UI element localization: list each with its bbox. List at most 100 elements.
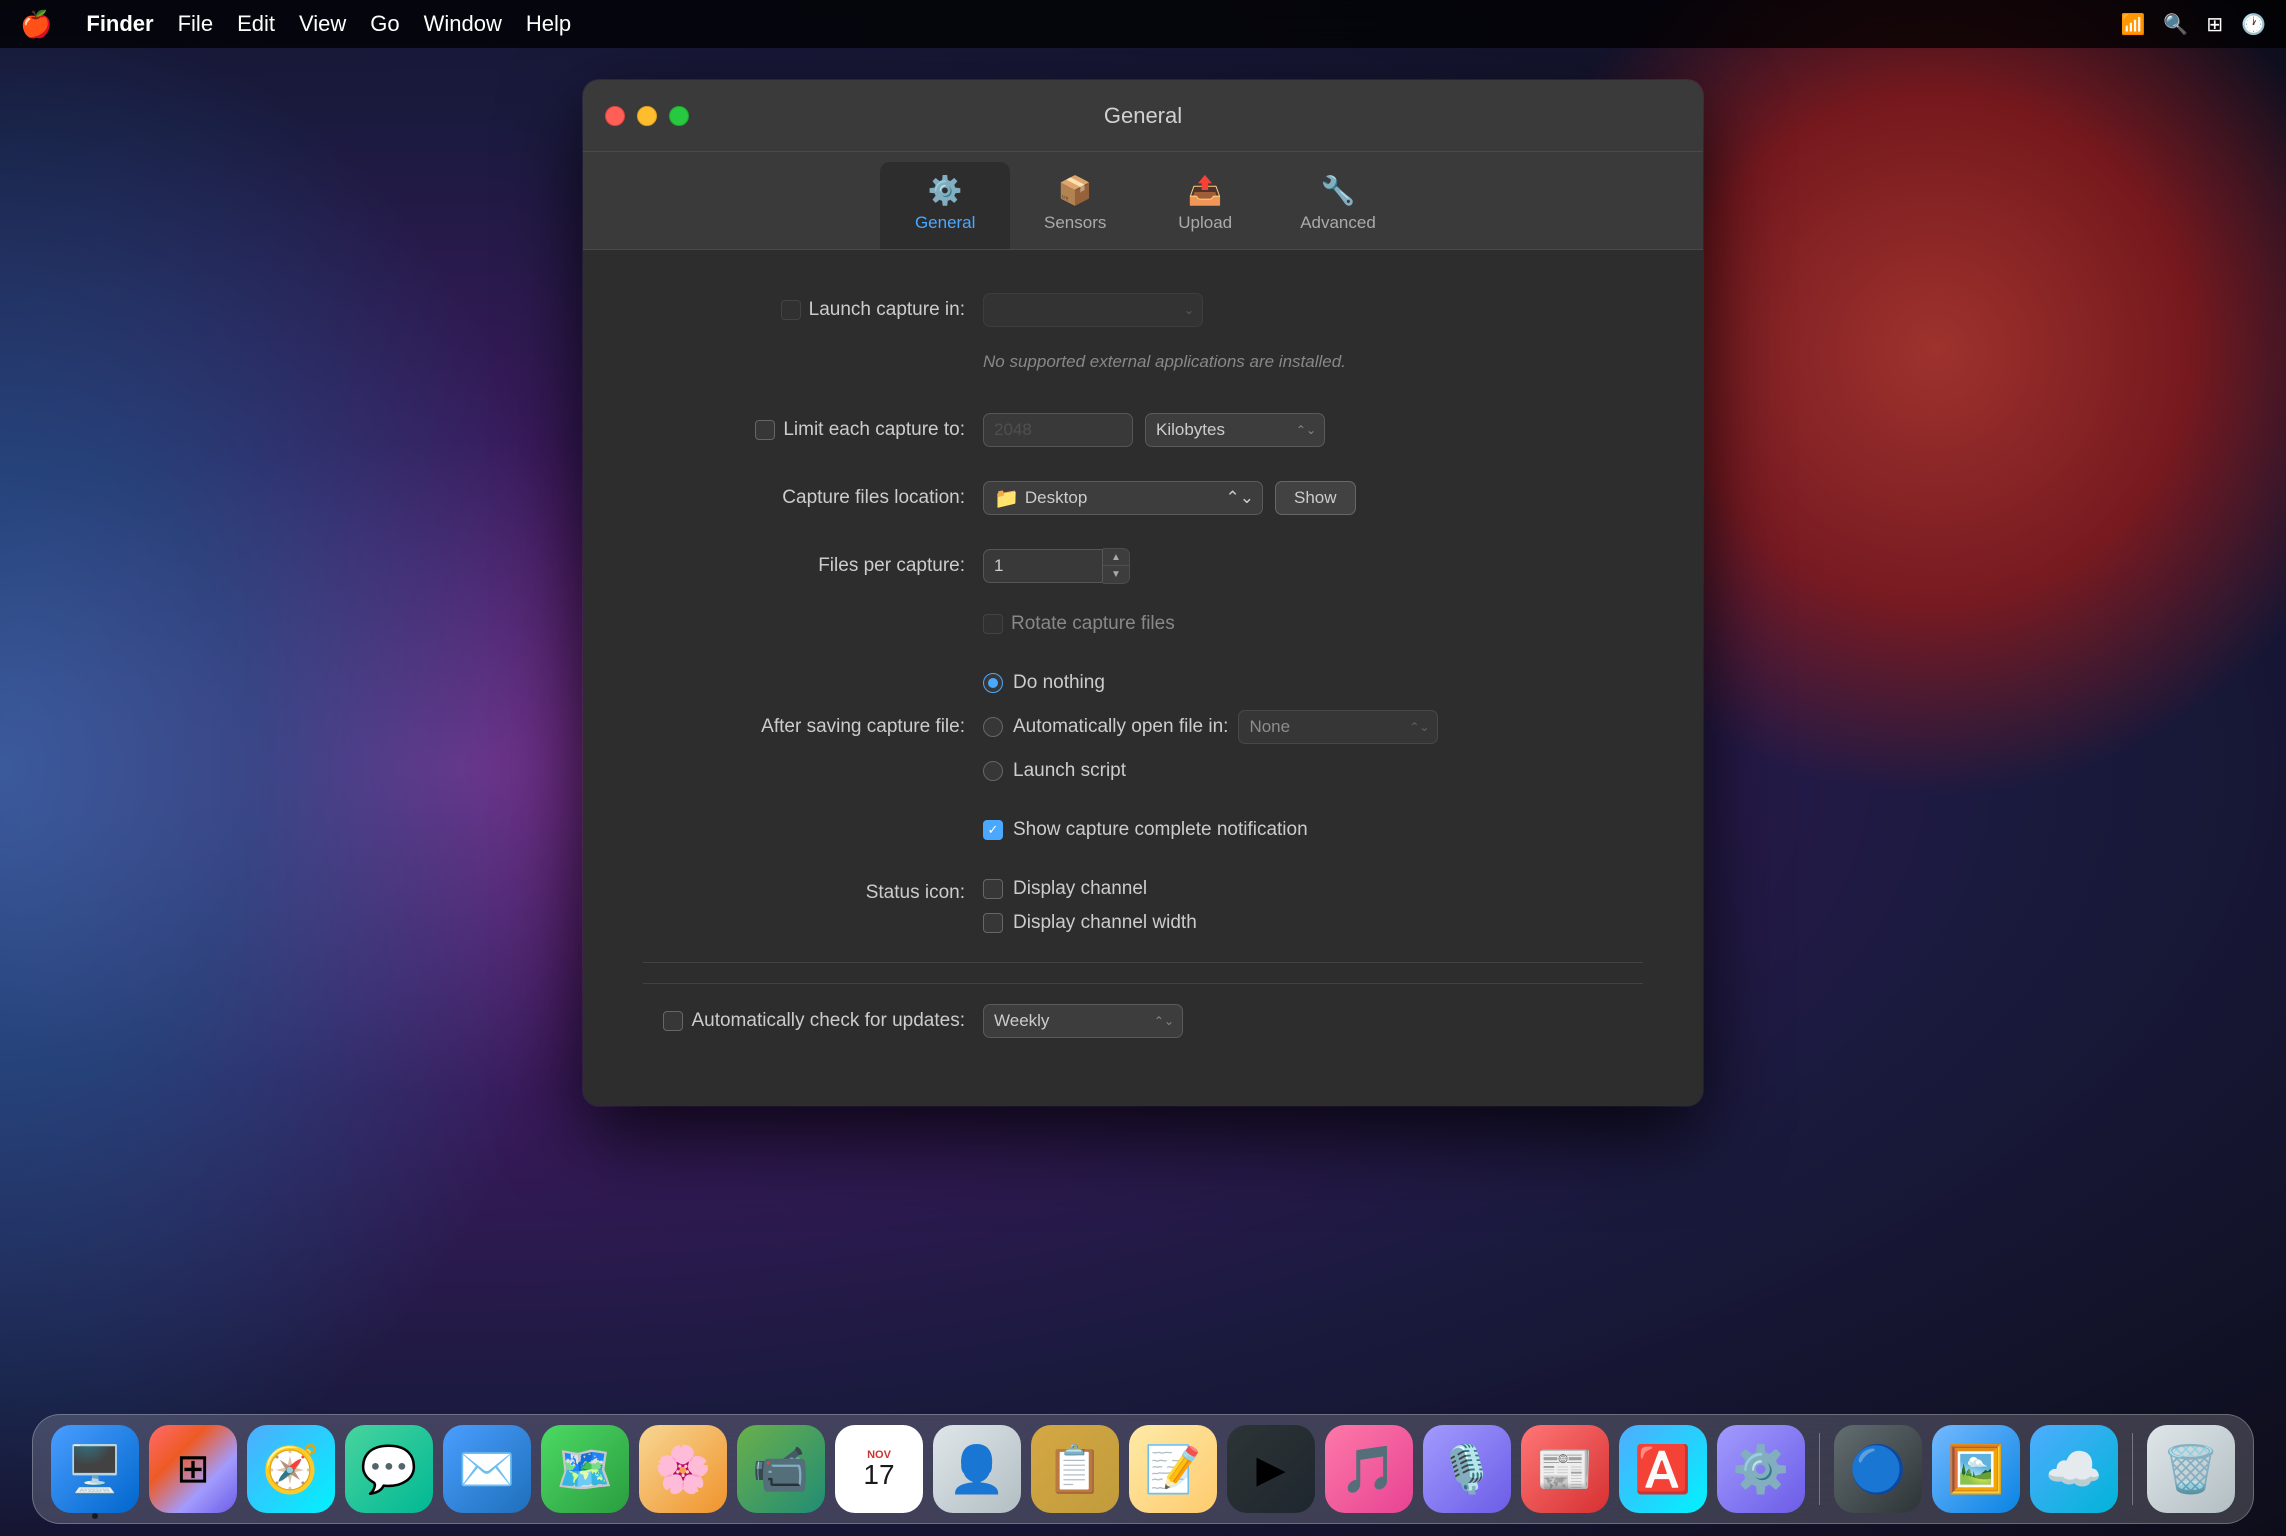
display-channel-checkbox[interactable] [983, 879, 1003, 899]
limit-capture-controls: 2048 Kilobytes ⌃⌄ [983, 413, 1643, 447]
menubar-edit[interactable]: Edit [237, 11, 275, 37]
stepper-down-button[interactable]: ▼ [1103, 566, 1129, 583]
chevron-down-icon: ⌃⌄ [1154, 1014, 1174, 1028]
appletv-icon: ▶ [1256, 1447, 1285, 1492]
auto-update-select[interactable]: Weekly ⌃⌄ [983, 1004, 1183, 1038]
display-channel-width-checkbox[interactable] [983, 913, 1003, 933]
dock-item-trash[interactable]: 🗑️ [2147, 1425, 2235, 1513]
safari-icon: 🧭 [262, 1442, 319, 1497]
do-nothing-radio[interactable] [983, 673, 1003, 693]
dock-item-sysprefs[interactable]: ⚙️ [1717, 1425, 1805, 1513]
launchpad-icon: ⊞ [176, 1446, 210, 1492]
traffic-lights [605, 106, 689, 126]
menubar-go[interactable]: Go [370, 11, 399, 37]
files-per-capture-input[interactable]: 1 [983, 549, 1103, 583]
no-apps-notice-row: No supported external applications are i… [643, 342, 1643, 382]
apple-menu-icon[interactable]: 🍎 [20, 9, 52, 40]
contacts-icon: 👤 [948, 1442, 1005, 1497]
dock-item-appletv[interactable]: ▶ [1227, 1425, 1315, 1513]
capture-location-row: Capture files location: 📁 Desktop ⌃⌄ Sho… [643, 478, 1643, 518]
upload-tab-icon: 📤 [1188, 174, 1223, 207]
auto-open-select[interactable]: None ⌃⌄ [1238, 710, 1438, 744]
general-tab-label: General [915, 213, 975, 233]
dock-item-mail[interactable]: ✉️ [443, 1425, 531, 1513]
rotate-capture-label: Rotate capture files [1011, 613, 1175, 635]
toolbar-tabs: ⚙️ General 📦 Sensors 📤 Upload 🔧 Advanced [583, 152, 1703, 250]
preview-icon: 🖼️ [1947, 1442, 2004, 1497]
advanced-tab-icon: 🔧 [1321, 174, 1356, 207]
dock-item-facetime[interactable]: 📹 [737, 1425, 825, 1513]
launch-capture-checkbox[interactable] [781, 300, 801, 320]
limit-capture-checkbox[interactable] [755, 420, 775, 440]
stepper-up-button[interactable]: ▲ [1103, 549, 1129, 566]
menubar-help[interactable]: Help [526, 11, 571, 37]
menubar-window[interactable]: Window [424, 11, 502, 37]
menubar: 🍎 Finder File Edit View Go Window Help 📶… [0, 0, 2286, 48]
dock-item-podcasts[interactable]: 🎙️ [1423, 1425, 1511, 1513]
chevron-down-icon: ⌃⌄ [1226, 488, 1255, 508]
tab-upload[interactable]: 📤 Upload [1140, 162, 1270, 249]
files-per-capture-label: Files per capture: [643, 555, 983, 577]
dock-item-notes[interactable]: 📝 [1129, 1425, 1217, 1513]
rotate-capture-checkbox[interactable] [983, 614, 1003, 634]
dock-item-contacts[interactable]: 👤 [933, 1425, 1021, 1513]
display-channel-row: Display channel [983, 878, 1197, 900]
sensors-tab-label: Sensors [1044, 213, 1106, 233]
auto-update-label: Automatically check for updates: [643, 1010, 983, 1032]
dock-item-appstore[interactable]: 🅰️ [1619, 1425, 1707, 1513]
advanced-tab-label: Advanced [1300, 213, 1376, 233]
limit-capture-input[interactable]: 2048 [983, 413, 1133, 447]
after-saving-label: After saving capture file: [643, 716, 983, 738]
display-channel-label: Display channel [1013, 878, 1147, 900]
dock-item-preview[interactable]: 🖼️ [1932, 1425, 2020, 1513]
dock-item-news[interactable]: 📰 [1521, 1425, 1609, 1513]
files-per-capture-row: Files per capture: 1 ▲ ▼ [643, 546, 1643, 586]
dock-item-maps[interactable]: 🗺️ [541, 1425, 629, 1513]
dock-item-launchpad[interactable]: ⊞ [149, 1425, 237, 1513]
tab-advanced[interactable]: 🔧 Advanced [1270, 162, 1406, 249]
sysprefs-icon: ⚙️ [1732, 1442, 1789, 1497]
tab-general[interactable]: ⚙️ General [880, 162, 1010, 249]
auto-open-radio[interactable] [983, 717, 1003, 737]
minimize-button[interactable] [637, 106, 657, 126]
control-center-icon[interactable]: ⊞ [2206, 12, 2223, 37]
limit-capture-unit-select[interactable]: Kilobytes ⌃⌄ [1145, 413, 1325, 447]
dock-item-music[interactable]: 🎵 [1325, 1425, 1413, 1513]
dock-item-safari[interactable]: 🧭 [247, 1425, 335, 1513]
tab-sensors[interactable]: 📦 Sensors [1010, 162, 1140, 249]
dock-item-timemachine[interactable]: 🔵 [1834, 1425, 1922, 1513]
notes-icon: 📝 [1144, 1442, 1201, 1497]
menubar-file[interactable]: File [178, 11, 213, 37]
launch-capture-select[interactable]: ⌄ [983, 293, 1203, 327]
chevron-down-icon: ⌄ [1184, 303, 1194, 317]
wifi-icon[interactable]: 📶 [2121, 12, 2146, 37]
dock-item-messages[interactable]: 💬 [345, 1425, 433, 1513]
auto-update-row: Automatically check for updates: Weekly … [643, 983, 1643, 1038]
dock-item-finder[interactable]: 🖥️ [51, 1425, 139, 1513]
limit-capture-label: Limit each capture to: [643, 419, 983, 441]
do-nothing-row: Do nothing [983, 672, 1105, 694]
launch-script-radio[interactable] [983, 761, 1003, 781]
sensors-tab-icon: 📦 [1058, 174, 1093, 207]
window-title: General [1104, 103, 1182, 129]
close-button[interactable] [605, 106, 625, 126]
dock-item-calendar[interactable]: NOV 17 [835, 1425, 923, 1513]
calendar-day-icon: 17 [863, 1461, 894, 1489]
auto-update-checkbox[interactable] [663, 1011, 683, 1031]
menubar-finder[interactable]: Finder [86, 11, 153, 37]
files-per-capture-stepper: 1 ▲ ▼ [983, 548, 1130, 584]
dock: 🖥️ ⊞ 🧭 💬 ✉️ 🗺️ 🌸 📹 NOV 17 👤 📋 📝 ▶ 🎵 🎙️ [32, 1414, 2254, 1524]
messages-icon: 💬 [360, 1442, 417, 1497]
fullscreen-button[interactable] [669, 106, 689, 126]
no-apps-notice: No supported external applications are i… [983, 352, 1346, 372]
dock-item-reminders[interactable]: 📋 [1031, 1425, 1119, 1513]
dock-item-photos[interactable]: 🌸 [639, 1425, 727, 1513]
show-location-button[interactable]: Show [1275, 481, 1356, 515]
dock-item-icloud[interactable]: ☁️ [2030, 1425, 2118, 1513]
facetime-icon: 📹 [752, 1442, 809, 1497]
capture-location-select[interactable]: 📁 Desktop ⌃⌄ [983, 481, 1263, 515]
content-area: Launch capture in: ⌄ No supported extern… [583, 250, 1703, 1106]
search-icon[interactable]: 🔍 [2163, 12, 2188, 37]
show-notification-checkbox[interactable]: ✓ [983, 820, 1003, 840]
menubar-view[interactable]: View [299, 11, 346, 37]
